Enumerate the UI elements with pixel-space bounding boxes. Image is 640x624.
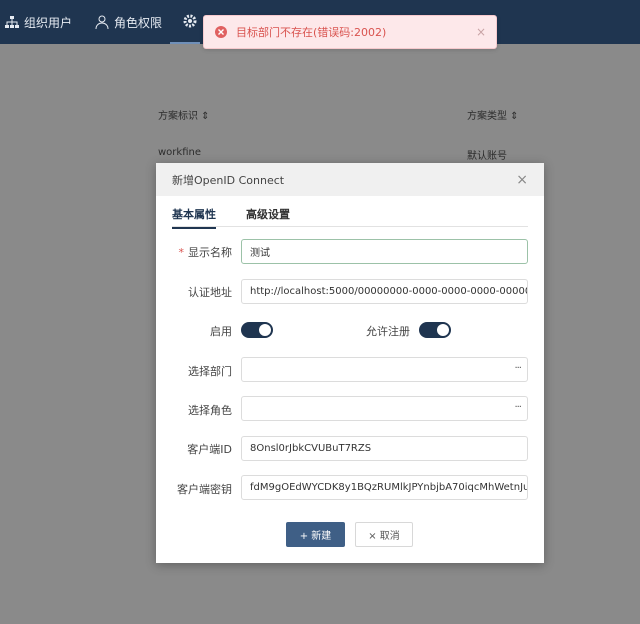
nav-label-org-users: 组织用户 [24,15,73,30]
allow-register-label: 允许注册 [366,325,410,338]
display-name-input[interactable]: 测试 [241,239,528,264]
client-id-input[interactable]: 8Onsl0rJbkCVUBuT7RZS [241,436,528,461]
display-name-label: * 显示名称 [178,246,233,259]
tab-basic-properties[interactable]: 基本属性 [172,206,216,229]
client-secret-label: 客户端密钥 [177,483,232,496]
dialog-header: 新增OpenID Connect × [156,163,544,196]
close-icon[interactable]: × [476,25,486,39]
toast-message: 目标部门不存在(错误码:2002) [236,26,387,39]
error-toast: 目标部门不存在(错误码:2002) × [203,15,497,49]
client-secret-input[interactable]: fdM9gOEdWYCDK8y1BQzRUMlkJPYnbjbA70iqcMhW… [241,475,528,500]
department-select[interactable]: ··· [241,357,528,382]
more-icon[interactable]: ··· [514,402,521,413]
gear-icon [182,13,198,29]
tab-advanced-settings[interactable]: 高级设置 [246,206,290,222]
cancel-button[interactable]: × 取消 [355,522,413,547]
column-header-scheme-id[interactable]: 方案标识 ⇕ [158,107,210,122]
allow-register-toggle[interactable] [419,322,451,338]
auth-url-label: 认证地址 [188,286,232,299]
nav-label-role-permissions: 角色权限 [114,15,163,30]
table-cell: workfine [158,147,201,158]
client-id-label: 客户端ID [187,443,232,456]
nav-item-role-permissions[interactable]: 角色权限 [94,0,162,44]
nav-item-settings[interactable] [170,0,200,44]
user-icon [94,14,110,30]
create-button[interactable]: + 新建 [286,522,345,547]
more-icon[interactable]: ··· [514,363,521,374]
dialog-title: 新增OpenID Connect [172,173,285,187]
dialog-tabs: 基本属性 高级设置 [172,203,528,229]
table-cell: 默认账号 [467,151,507,162]
enabled-label: 启用 [210,325,232,338]
org-tree-icon [4,14,20,30]
role-select[interactable]: ··· [241,396,528,421]
openid-connect-dialog: 新增OpenID Connect × 基本属性 高级设置 * 显示名称 测试 认证… [156,163,544,563]
close-icon[interactable]: × [516,172,528,188]
auth-url-input[interactable]: http://localhost:5000/00000000-0000-0000… [241,279,528,304]
department-label: 选择部门 [188,365,232,378]
error-icon [214,25,228,39]
column-header-scheme-type[interactable]: 方案类型 ⇕ [467,107,519,122]
enabled-toggle[interactable] [241,322,273,338]
role-label: 选择角色 [188,404,232,417]
nav-item-org-users[interactable]: 组织用户 [4,0,72,44]
